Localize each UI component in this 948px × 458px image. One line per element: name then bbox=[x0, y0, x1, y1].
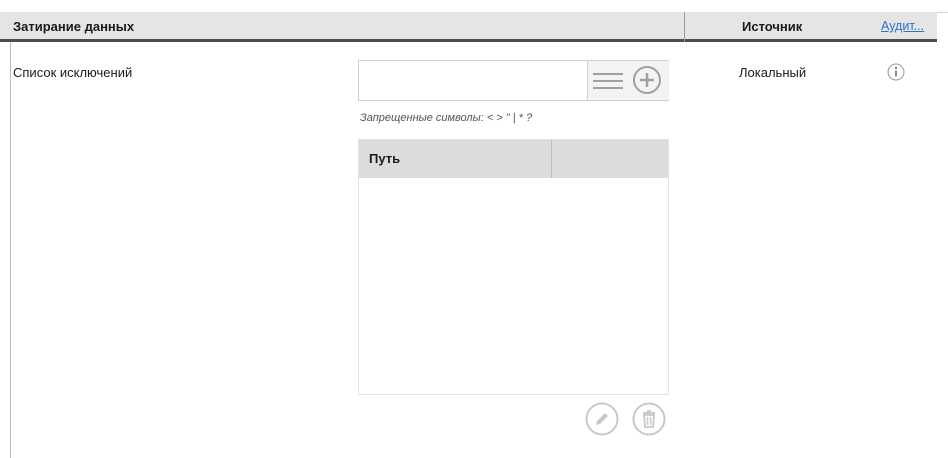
input-buttons bbox=[587, 61, 669, 100]
exclusions-table: Путь bbox=[358, 139, 669, 395]
forbidden-chars-hint: Запрещенные символы: < > " | * ? bbox=[360, 112, 533, 124]
exclusion-path-input[interactable] bbox=[361, 63, 587, 99]
plus-circle-icon[interactable] bbox=[632, 65, 662, 95]
header-divider bbox=[684, 12, 685, 42]
pencil-icon[interactable] bbox=[585, 402, 619, 436]
audit-link[interactable]: Аудит... bbox=[881, 19, 924, 33]
table-header: Путь bbox=[359, 140, 668, 178]
list-icon[interactable] bbox=[593, 71, 623, 91]
source-value: Локальный bbox=[739, 65, 807, 80]
section-title: Затирание данных bbox=[13, 19, 135, 34]
column-header-path: Путь bbox=[369, 151, 401, 166]
exclusions-label: Список исключений bbox=[13, 65, 133, 80]
trash-icon[interactable] bbox=[632, 402, 666, 436]
section-header: Затирание данных Источник Аудит... bbox=[0, 12, 937, 42]
source-column-header: Источник bbox=[742, 19, 803, 34]
info-icon[interactable] bbox=[887, 63, 905, 81]
column-divider bbox=[551, 140, 552, 178]
exclusion-input-group bbox=[358, 60, 669, 101]
